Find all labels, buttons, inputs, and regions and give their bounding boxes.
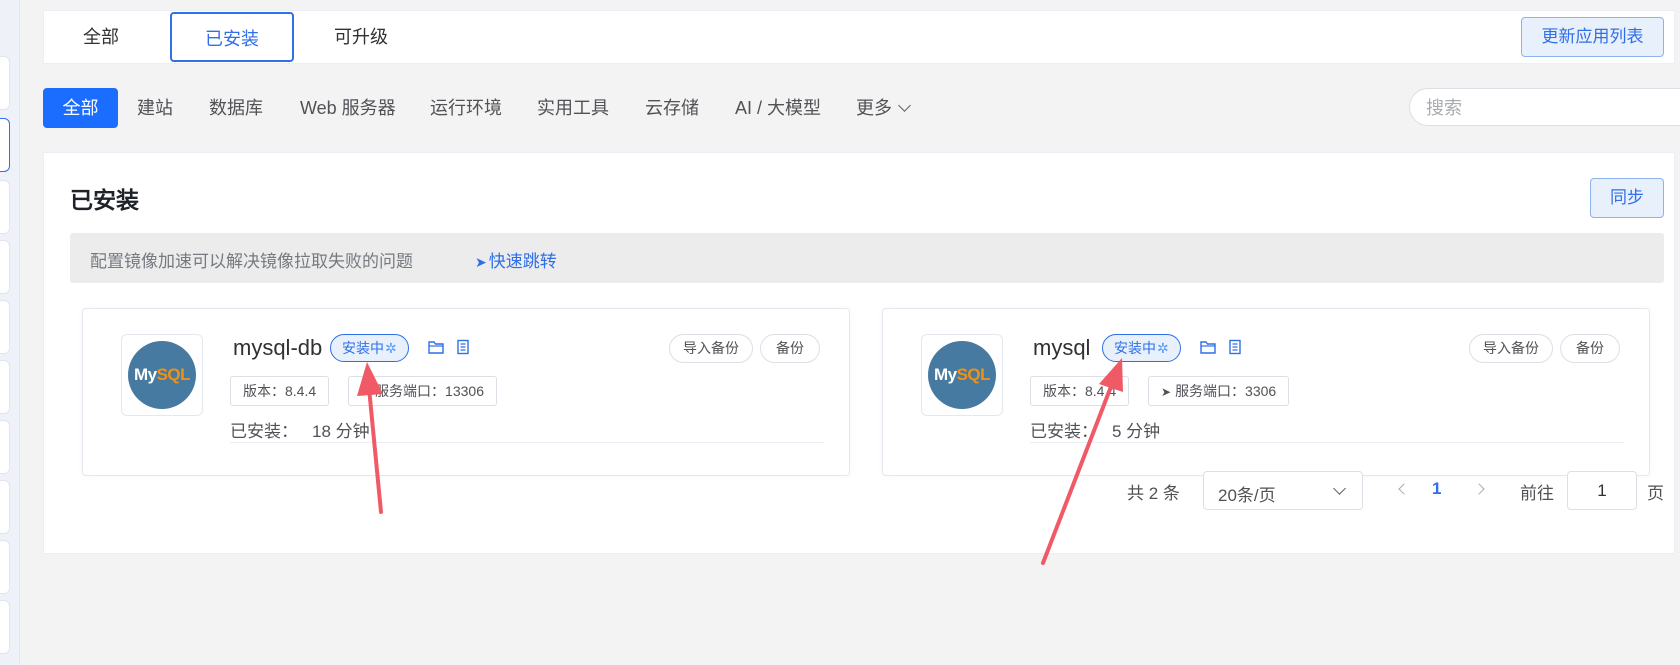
page-size-value: 20条/页 [1218,486,1276,505]
port-text: 服务端口：13306 [375,383,484,399]
total-count: 共 2 条 [1127,484,1180,503]
app-name: mysql [1033,335,1091,360]
category-runtime[interactable]: 运行环境 [430,88,502,128]
left-sidebar-strip [0,0,20,665]
update-app-list-button[interactable]: 更新应用列表 [1521,17,1664,57]
status-badge: 安装中✲ [330,334,409,362]
page-unit-label: 页 [1647,484,1664,503]
quick-jump-link[interactable]: ➤ 快速跳转 [475,247,557,272]
installed-duration: 已安装： 18 分钟 [230,417,370,442]
sidebar-segment[interactable] [0,480,10,534]
version-tag: 版本：8.4.4 [1030,376,1130,406]
card-divider [1030,442,1624,443]
quick-jump-label: 快速跳转 [488,252,557,271]
goto-page-input[interactable] [1567,471,1637,510]
folder-icon[interactable] [428,339,444,355]
page-size-select[interactable]: 20条/页 [1203,471,1363,510]
port-text: 服务端口：3306 [1175,383,1277,399]
mysql-logo-icon: MySQL [928,341,996,409]
folder-icon[interactable] [1200,339,1216,355]
sidebar-segment[interactable] [0,540,10,594]
chevron-down-icon [898,99,911,112]
navigation-arrow-icon: ➤ [1161,385,1172,399]
sidebar-segment[interactable] [0,56,10,110]
installed-label: 已安装： [1030,422,1098,441]
category-more-dropdown[interactable]: 更多 [856,88,911,128]
app-card-mysql[interactable]: MySQL mysql 安装中✲ 导入备份 备份 版本：8.4.4 ➤ 服务端口：… [882,308,1650,476]
status-badge: 安装中✲ [1102,334,1181,362]
installed-apps-panel: 已安装 同步 配置镜像加速可以解决镜像拉取失败的问题 ➤ 快速跳转 MySQL m… [43,152,1675,554]
tab-all[interactable]: 全部 [64,12,138,62]
loading-spinner-icon: ✲ [1157,340,1169,356]
sync-button[interactable]: 同步 [1590,178,1664,218]
category-tools[interactable]: 实用工具 [537,88,609,128]
category-website[interactable]: 建站 [137,88,173,128]
navigation-arrow-icon: ➤ [361,385,372,399]
next-page-button[interactable] [1475,479,1489,499]
page-number-current[interactable]: 1 [1432,479,1441,499]
backup-button[interactable]: 备份 [1560,334,1620,363]
app-store-tabs-bar: 全部 已安装 可升级 更新应用列表 [43,10,1675,64]
card-divider [230,442,824,443]
search-input[interactable] [1424,95,1668,121]
category-database[interactable]: 数据库 [209,88,263,128]
tab-upgradable[interactable]: 可升级 [324,12,398,62]
loading-spinner-icon: ✲ [385,340,397,356]
app-logo: MySQL [921,334,1003,416]
port-tag: ➤ 服务端口：13306 [348,376,497,406]
sidebar-segment[interactable] [0,300,10,354]
import-backup-button[interactable]: 导入备份 [1469,334,1553,363]
version-tag: 版本：8.4.4 [230,376,330,406]
category-web-server[interactable]: Web 服务器 [300,88,396,128]
backup-button[interactable]: 备份 [760,334,820,363]
panel-title: 已安装 [70,187,139,213]
status-label: 安装中 [342,340,384,356]
app-name: mysql-db [233,335,323,360]
status-label: 安装中 [1114,340,1156,356]
pagination: 共 2 条 20条/页 1 前往 页 [44,471,1676,511]
category-all[interactable]: 全部 [43,88,118,128]
installed-time: 5 分钟 [1112,422,1161,441]
category-filter-row: 全部 建站 数据库 Web 服务器 运行环境 实用工具 云存储 AI / 大模型… [43,88,1680,128]
tab-installed[interactable]: 已安装 [170,12,294,62]
document-icon[interactable] [1227,339,1243,355]
sidebar-segment[interactable] [0,240,10,294]
app-logo: MySQL [121,334,203,416]
sidebar-segment[interactable] [0,600,10,654]
installed-label: 已安装： [230,422,298,441]
import-backup-button[interactable]: 导入备份 [669,334,753,363]
category-more-label: 更多 [856,98,892,118]
search-box [1409,88,1680,126]
port-tag: ➤ 服务端口：3306 [1148,376,1290,406]
goto-label: 前往 [1520,484,1554,503]
mysql-logo-icon: MySQL [128,341,196,409]
installed-time: 18 分钟 [312,422,370,441]
sidebar-segment-active[interactable] [0,118,10,172]
installed-duration: 已安装： 5 分钟 [1030,417,1160,442]
category-cloud-storage[interactable]: 云存储 [645,88,699,128]
prev-page-button[interactable] [1396,479,1410,499]
sidebar-segment[interactable] [0,180,10,234]
sidebar-segment[interactable] [0,420,10,474]
sidebar-segment[interactable] [0,360,10,414]
category-ai[interactable]: AI / 大模型 [735,88,821,128]
notice-text: 配置镜像加速可以解决镜像拉取失败的问题 [90,252,413,271]
mirror-notice: 配置镜像加速可以解决镜像拉取失败的问题 ➤ 快速跳转 [70,233,1664,283]
chevron-down-icon [1333,482,1346,495]
document-icon[interactable] [455,339,471,355]
navigation-arrow-icon: ➤ [475,254,487,270]
app-card-mysql-db[interactable]: MySQL mysql-db 安装中✲ 导入备份 备份 版本：8.4.4 ➤ 服务… [82,308,850,476]
